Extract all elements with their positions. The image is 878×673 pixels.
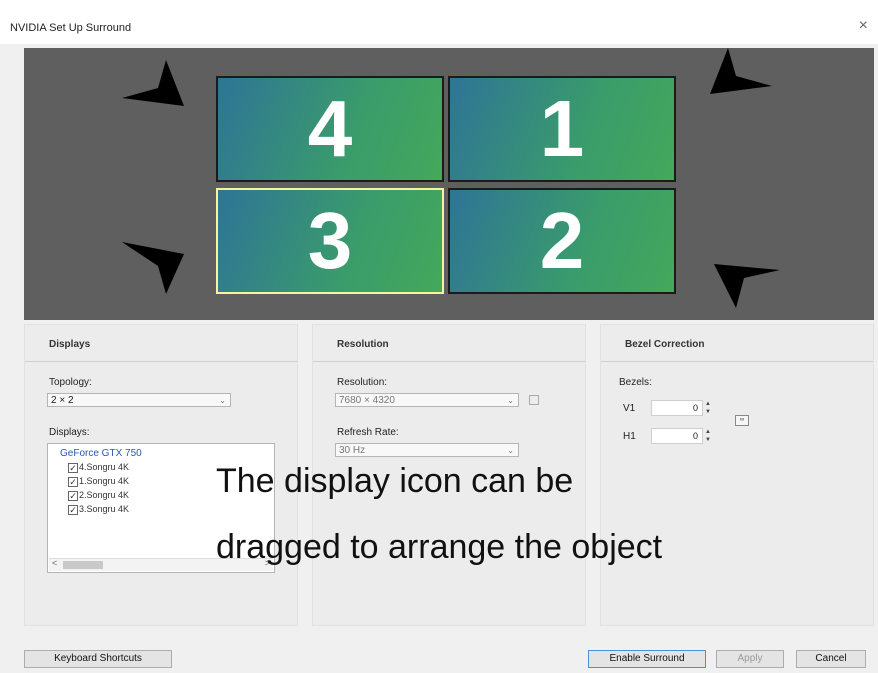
display-item-label: 3.Songru 4K: [79, 504, 130, 514]
overlay-caption-line1: The display icon can be: [216, 462, 574, 500]
v1-label: V1: [623, 403, 636, 414]
cancel-button[interactable]: Cancel: [796, 650, 866, 668]
display-item-3[interactable]: ✓ 3.Songru 4K: [68, 504, 129, 515]
checkbox-checked-icon[interactable]: ✓: [68, 504, 78, 515]
h1-label: H1: [623, 431, 636, 442]
overlay-caption-line2: dragged to arrange the object: [216, 528, 663, 566]
link-bezels-button[interactable]: ∞: [735, 415, 749, 426]
h1-input[interactable]: 0: [651, 428, 703, 444]
enable-surround-button[interactable]: Enable Surround: [588, 650, 706, 668]
monitor-tile-2[interactable]: 2: [448, 188, 676, 294]
checkbox-checked-icon[interactable]: ✓: [68, 476, 78, 487]
window-title: NVIDIA Set Up Surround: [10, 22, 132, 34]
topology-label: Topology:: [49, 377, 92, 388]
checkbox-checked-icon[interactable]: ✓: [68, 490, 78, 501]
keyboard-shortcuts-button[interactable]: Keyboard Shortcuts: [24, 650, 172, 668]
refresh-rate-value: 30 Hz: [339, 445, 366, 456]
bezel-panel-header: Bezel Correction: [601, 325, 873, 362]
gpu-link[interactable]: GeForce GTX 750: [60, 448, 142, 459]
displays-heading: Displays: [49, 339, 91, 350]
resolution-panel-header: Resolution: [313, 325, 585, 362]
resolution-value: 7680 × 4320: [339, 395, 395, 406]
displays-label: Displays:: [49, 427, 90, 438]
scroll-left-icon[interactable]: <: [52, 558, 57, 568]
display-item-label: 1.Songru 4K: [79, 476, 130, 486]
scrollbar-thumb[interactable]: [63, 561, 103, 569]
resize-arrow-bottom-left-icon[interactable]: [118, 228, 198, 308]
monitor-number: 2: [539, 196, 585, 285]
resolution-heading: Resolution: [337, 339, 389, 350]
display-arrangement-canvas[interactable]: 4 1 3 2: [24, 48, 874, 320]
monitor-tile-3[interactable]: 3: [216, 188, 444, 294]
topology-select[interactable]: 2 × 2 ⌄: [47, 393, 231, 407]
h1-spinner-icon[interactable]: ▲ ▼: [704, 428, 712, 444]
monitor-number: 3: [307, 196, 353, 285]
display-item-2[interactable]: ✓ 2.Songru 4K: [68, 490, 129, 501]
display-item-4[interactable]: ✓ 4.Songru 4K: [68, 462, 129, 473]
v1-spinner-icon[interactable]: ▲ ▼: [704, 400, 712, 416]
close-icon[interactable]: ×: [859, 17, 868, 35]
monitor-tile-1[interactable]: 1: [448, 76, 676, 182]
displays-panel-header: Displays: [25, 325, 297, 362]
chevron-down-icon: ⌄: [507, 446, 514, 455]
display-item-1[interactable]: ✓ 1.Songru 4K: [68, 476, 129, 487]
refresh-rate-label: Refresh Rate:: [337, 427, 399, 438]
chevron-down-icon: ⌄: [507, 396, 514, 405]
resize-arrow-bottom-right-icon[interactable]: [704, 240, 784, 320]
monitor-number: 1: [539, 84, 585, 173]
monitor-number: 4: [307, 84, 353, 173]
display-item-label: 2.Songru 4K: [79, 490, 130, 500]
apply-button[interactable]: Apply: [716, 650, 784, 668]
title-bar: NVIDIA Set Up Surround ×: [0, 0, 878, 44]
display-item-label: 4.Songru 4K: [79, 462, 130, 472]
v1-input[interactable]: 0: [651, 400, 703, 416]
resize-arrow-top-right-icon[interactable]: [696, 42, 776, 122]
resize-arrow-top-left-icon[interactable]: [118, 54, 198, 134]
bezels-label: Bezels:: [619, 377, 652, 388]
refresh-rate-select[interactable]: 30 Hz ⌄: [335, 443, 519, 457]
topology-value: 2 × 2: [51, 395, 74, 406]
resolution-info-icon[interactable]: [529, 395, 539, 405]
resolution-select[interactable]: 7680 × 4320 ⌄: [335, 393, 519, 407]
chevron-down-icon: ⌄: [219, 396, 226, 405]
bezel-heading: Bezel Correction: [625, 339, 705, 350]
window: NVIDIA Set Up Surround × 4 1 3 2 Display…: [0, 0, 878, 673]
monitor-tile-4[interactable]: 4: [216, 76, 444, 182]
checkbox-checked-icon[interactable]: ✓: [68, 462, 78, 473]
resolution-label: Resolution:: [337, 377, 388, 388]
